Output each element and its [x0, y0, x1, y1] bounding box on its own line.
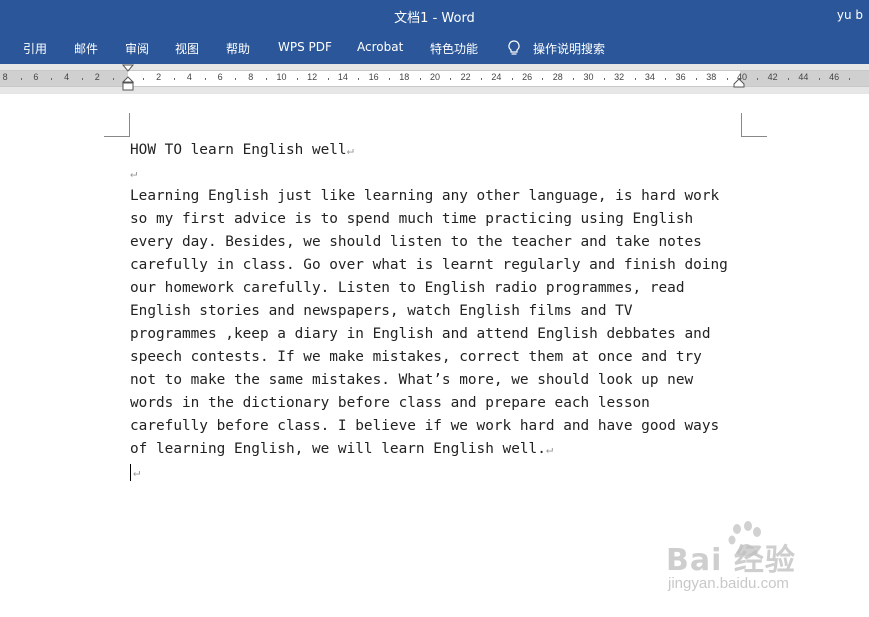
body-line[interactable]: carefully in class. Go over what is lear… [130, 254, 728, 277]
ruler-tick-label: 6 [217, 72, 223, 82]
body-line[interactable]: programmes ,keep a diary in English and … [130, 323, 710, 346]
ruler-minor-tick [788, 78, 790, 80]
lightbulb-icon[interactable] [506, 39, 522, 57]
ruler-tick-label: 38 [706, 72, 717, 82]
ruler-tick-label: 6 [33, 72, 39, 82]
tab-help[interactable]: 帮助 [226, 40, 250, 57]
paragraph-mark-icon: ↵ [545, 442, 554, 456]
ruler-minor-tick [818, 78, 820, 80]
user-name[interactable]: yu b [837, 8, 863, 22]
ruler-tick-label: 30 [583, 72, 594, 82]
ruler-minor-tick [726, 78, 728, 80]
crop-mark-top-left-vertical [129, 113, 130, 137]
ruler-tick-label: 44 [798, 72, 809, 82]
title-bar: 文档1 - Word yu b [0, 0, 869, 30]
ruler-minor-tick [757, 78, 759, 80]
ruler-tick-label: 42 [767, 72, 778, 82]
tell-me-search[interactable]: 操作说明搜索 [533, 40, 605, 57]
body-line[interactable]: so my first advice is to spend much time… [130, 208, 693, 231]
ruler-minor-tick [542, 78, 544, 80]
tab-acrobat[interactable]: Acrobat [357, 40, 403, 54]
ruler-minor-tick [603, 78, 605, 80]
body-line[interactable]: every day. Besides, we should listen to … [130, 231, 702, 254]
ruler-tick-label: 10 [276, 72, 287, 82]
baidu-watermark: Bai 经验 jingyan.baidu.com [660, 515, 840, 605]
indent-marker-icon[interactable] [122, 64, 134, 94]
ruler-minor-tick [174, 78, 176, 80]
ruler-tick-label: 22 [460, 72, 471, 82]
ruler-minor-tick [634, 78, 636, 80]
tab-wps-pdf[interactable]: WPS PDF [278, 40, 332, 54]
ruler-minor-tick [51, 78, 53, 80]
ruler-tick-label: 4 [64, 72, 70, 82]
ruler-tick-label: 4 [186, 72, 192, 82]
horizontal-ruler-area: 8 6 4 2 2 4 6 8 10 12 14 16 18 20 22 24 26 28 30 32 34 36 38 40… [0, 64, 869, 94]
cursor-line[interactable]: ↵ [133, 461, 140, 484]
paragraph-mark-icon: ↵ [130, 166, 138, 180]
ruler-minor-tick [204, 78, 206, 80]
document-title-line[interactable]: HOW TO learn English well↵ [130, 139, 354, 162]
ruler-minor-tick [419, 78, 421, 80]
ruler-tick-label: 36 [675, 72, 686, 82]
ruler-minor-tick [112, 78, 114, 80]
body-line[interactable]: Learning English just like learning any … [130, 185, 719, 208]
ruler-minor-tick [20, 78, 22, 80]
ruler-tick-label: 14 [337, 72, 348, 82]
ruler-minor-tick [695, 78, 697, 80]
ruler-minor-tick [358, 78, 360, 80]
ruler-minor-tick [296, 78, 298, 80]
crop-mark-top-left [104, 136, 130, 137]
body-line[interactable]: carefully before class. I believe if we … [130, 415, 719, 438]
paragraph-mark-icon: ↵ [133, 465, 141, 479]
tab-references[interactable]: 引用 [23, 40, 47, 57]
ruler-tick-label: 18 [399, 72, 410, 82]
tab-review[interactable]: 审阅 [125, 40, 149, 57]
ruler-tick-label: 8 [2, 72, 8, 82]
ruler-minor-tick [481, 78, 483, 80]
ruler-tick-label: 8 [248, 72, 254, 82]
tab-view[interactable]: 视图 [175, 40, 199, 57]
ruler-minor-tick [81, 78, 83, 80]
ruler-minor-tick [665, 78, 667, 80]
window-title: 文档1 - Word [394, 11, 475, 26]
ruler-minor-tick [450, 78, 452, 80]
crop-mark-top-right [741, 136, 767, 137]
body-line-last[interactable]: of learning English, we will learn Engli… [130, 438, 553, 461]
ruler-minor-tick [235, 78, 237, 80]
ruler-minor-tick [143, 78, 145, 80]
ruler-tick-label: 24 [491, 72, 502, 82]
body-line[interactable]: English stories and newspapers, watch En… [130, 300, 633, 323]
ruler-minor-tick [511, 78, 513, 80]
ruler-minor-tick [266, 78, 268, 80]
ruler-tick-label: 46 [829, 72, 840, 82]
crop-mark-top-right-vertical [741, 113, 742, 137]
ruler-tick-label: 16 [368, 72, 379, 82]
ruler-tick-label: 12 [307, 72, 318, 82]
ribbon-tabs: 引用 邮件 审阅 视图 帮助 WPS PDF Acrobat 特色功能 操作说明… [0, 30, 869, 64]
watermark-logo-text: Bai 经验 [666, 543, 796, 578]
body-line[interactable]: words in the dictionary before class and… [130, 392, 650, 415]
ruler-tick-label: 32 [614, 72, 625, 82]
body-line[interactable]: our homework carefully. Listen to Englis… [130, 277, 685, 300]
watermark-site: jingyan.baidu.com [668, 575, 789, 592]
right-indent-marker-icon[interactable] [733, 78, 745, 88]
ruler-tick-label: 26 [522, 72, 533, 82]
ruler-minor-tick [388, 78, 390, 80]
ruler-tick-label: 28 [552, 72, 563, 82]
ruler-tick-label: 2 [94, 72, 100, 82]
ruler-tick-label: 2 [156, 72, 162, 82]
ruler-tick-label: 20 [429, 72, 441, 82]
text-cursor [130, 464, 131, 481]
paragraph-mark-icon: ↵ [346, 143, 354, 157]
ruler-minor-tick [849, 78, 851, 80]
body-line[interactable]: speech contests. If we make mistakes, co… [130, 346, 702, 369]
ruler-tick-label: 34 [644, 72, 655, 82]
empty-line[interactable]: ↵ [130, 162, 137, 185]
ruler-minor-tick [573, 78, 575, 80]
ruler-minor-tick [327, 78, 329, 80]
tab-mailings[interactable]: 邮件 [74, 40, 98, 57]
body-line[interactable]: not to make the same mistakes. What’s mo… [130, 369, 693, 392]
tab-special-features[interactable]: 特色功能 [430, 40, 478, 57]
